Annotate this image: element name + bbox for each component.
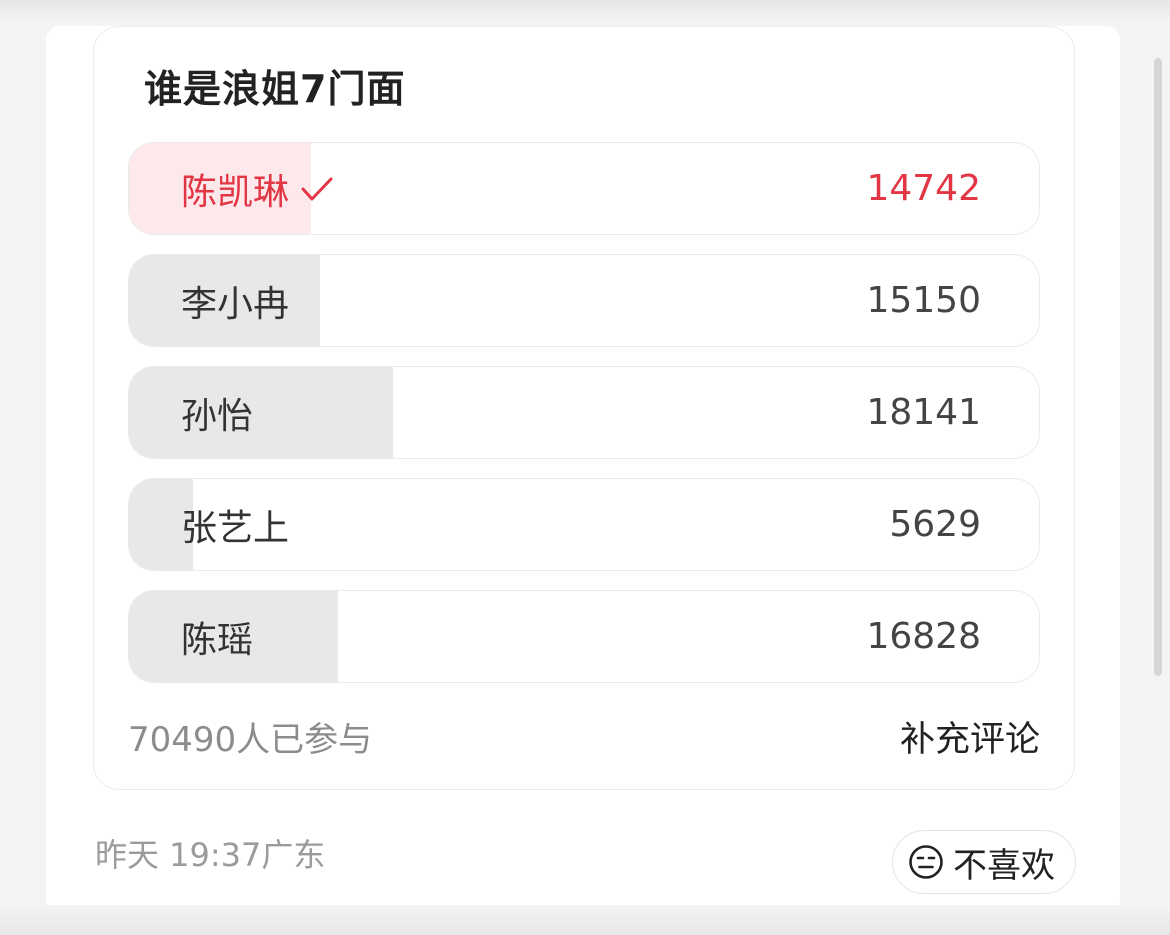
poll-option-2[interactable]: 李小冉 15150	[128, 254, 1040, 347]
add-comment-button[interactable]: 补充评论	[900, 711, 1040, 762]
bottom-edge-blur	[0, 905, 1170, 935]
participants-count: 70490人已参与	[128, 720, 373, 760]
poll-title: 谁是浪姐7门面	[144, 67, 406, 111]
poll-option-5[interactable]: 陈瑶 16828	[128, 590, 1040, 683]
option-vote-count: 15150	[866, 280, 981, 321]
post-timestamp-location: 昨天 19:37广东	[95, 836, 326, 874]
scrollbar[interactable]	[1154, 58, 1162, 676]
dislike-label: 不喜欢	[953, 845, 1055, 886]
check-icon	[301, 177, 333, 200]
option-vote-count: 18141	[866, 392, 981, 433]
neutral-face-icon	[909, 845, 943, 879]
poll-option-1[interactable]: 陈凯琳 14742	[128, 142, 1040, 235]
poll-option-3[interactable]: 孙怡 18141	[128, 366, 1040, 459]
option-label: 李小冉	[181, 283, 290, 325]
option-label: 陈凯琳	[181, 171, 290, 213]
top-edge-blur	[0, 0, 1170, 22]
option-label: 陈瑶	[181, 619, 254, 661]
option-vote-count: 16828	[866, 616, 981, 657]
option-vote-count: 14742	[866, 168, 981, 209]
option-vote-count: 5629	[889, 504, 981, 545]
dislike-button[interactable]: 不喜欢	[892, 830, 1076, 894]
option-label: 张艺上	[181, 507, 290, 549]
poll-option-4[interactable]: 张艺上 5629	[128, 478, 1040, 571]
option-label: 孙怡	[181, 395, 254, 437]
option-fill-bar	[129, 367, 393, 458]
